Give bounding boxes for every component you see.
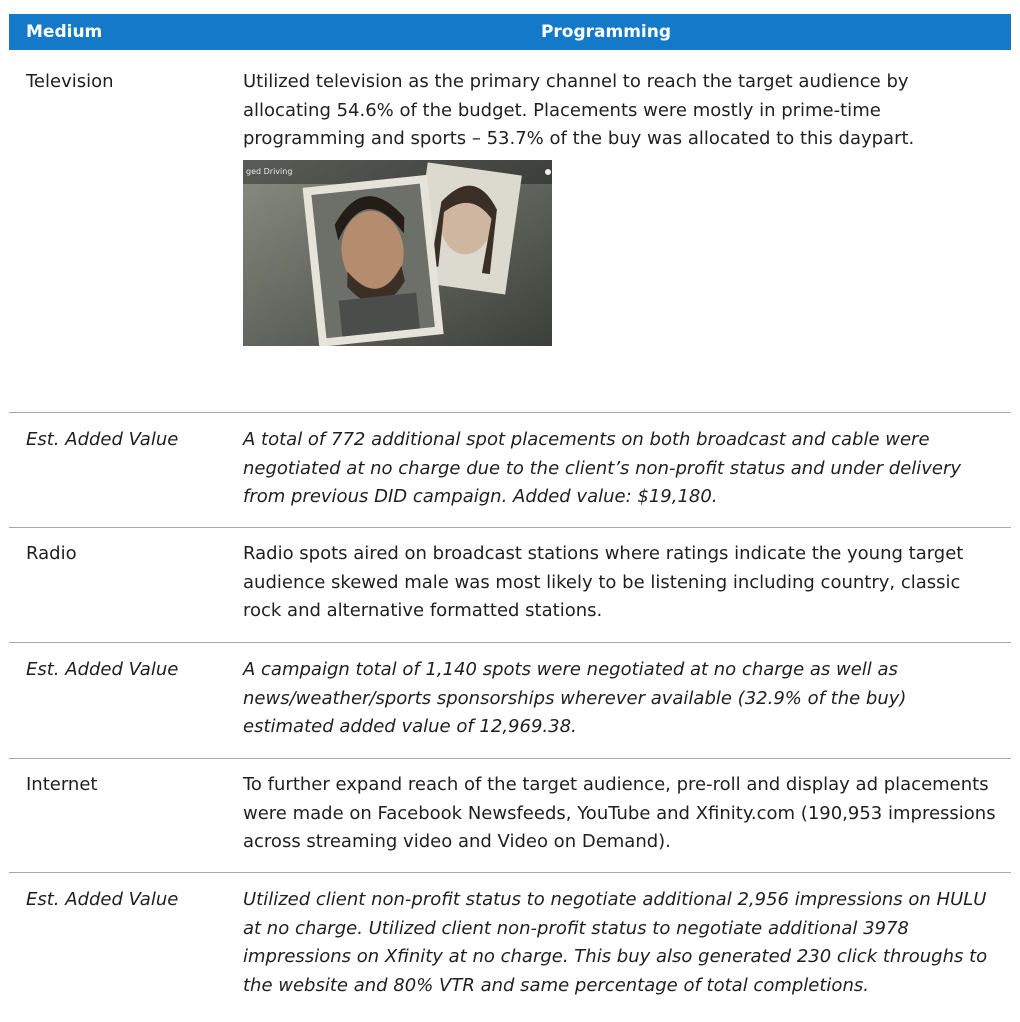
media-table: Medium Programming Television Utilized t… — [9, 14, 1011, 1022]
video-still-image: ged Driving — [243, 159, 552, 346]
medium-cell: Est. Added Value — [26, 889, 179, 910]
table-row: Est. Added Value A campaign total of 1,1… — [9, 643, 1011, 759]
programming-cell: Utilized client non-profit status to neg… — [243, 889, 988, 996]
medium-cell: Est. Added Value — [26, 659, 179, 680]
table-row: Internet To further expand reach of the … — [9, 759, 1011, 873]
video-thumbnail[interactable]: ged Driving — [243, 159, 552, 346]
programming-cell: A campaign total of 1,140 spots were neg… — [243, 659, 907, 737]
video-caption: ged Driving — [246, 167, 292, 176]
medium-cell: Internet — [26, 774, 98, 795]
table-row: Est. Added Value Utilized client non-pro… — [9, 873, 1011, 1022]
medium-cell: Television — [26, 71, 114, 92]
table-header: Medium Programming — [9, 14, 1011, 50]
programming-cell: Radio spots aired on broadcast stations … — [243, 543, 964, 621]
programming-text: Utilized television as the primary chann… — [243, 71, 915, 149]
medium-cell: Est. Added Value — [26, 429, 179, 450]
programming-cell: To further expand reach of the target au… — [243, 774, 996, 852]
medium-cell: Radio — [26, 543, 77, 564]
header-medium: Medium — [26, 22, 103, 42]
programming-cell: A total of 772 additional spot placement… — [243, 429, 962, 507]
table-row: Television Utilized television as the pr… — [9, 50, 1011, 413]
table-row: Est. Added Value A total of 772 addition… — [9, 413, 1011, 528]
table-row: Radio Radio spots aired on broadcast sta… — [9, 528, 1011, 643]
programming-cell: Utilized television as the primary chann… — [219, 68, 1011, 412]
header-programming: Programming — [540, 22, 672, 42]
